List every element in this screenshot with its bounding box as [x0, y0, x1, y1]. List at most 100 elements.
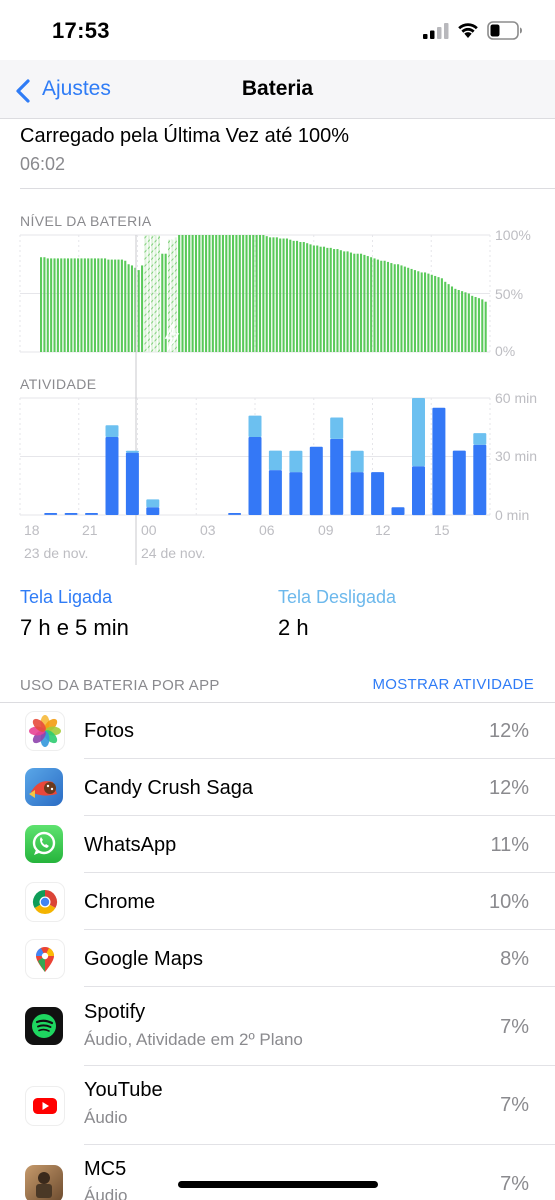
screen-on-label: Tela Ligada: [20, 587, 113, 607]
battery-level-bar: [194, 235, 198, 352]
battery-level-bar: [228, 235, 231, 352]
app-subtitle: Áudio: [84, 1186, 128, 1200]
battery-level-bar: [319, 246, 322, 352]
mc5-icon: [25, 1165, 63, 1200]
app-row-whatsapp[interactable]: WhatsApp 11%: [0, 817, 555, 873]
activity-screen-on-bar: [473, 444, 487, 515]
battery-level-bar: [174, 237, 177, 352]
x-tick: 12: [375, 522, 391, 538]
youtube-icon: [25, 1086, 65, 1126]
battery-level-bar: [299, 242, 302, 352]
battery-level-bar: [232, 235, 235, 352]
battery-level-bar: [316, 245, 319, 352]
battery-level-bar: [198, 235, 201, 352]
activity-screen-off-bar: [350, 450, 364, 473]
battery-level-bar: [484, 301, 487, 352]
battery-level-bar: [400, 265, 403, 352]
spotify-icon: [25, 1007, 63, 1045]
battery-level-bar: [386, 261, 390, 352]
chrome-icon: [25, 882, 65, 922]
usage-section-label: USO DA BATERIA POR APP: [20, 677, 220, 694]
whatsapp-icon: [25, 825, 63, 863]
battery-level-bar: [124, 260, 127, 352]
battery-level-bar: [390, 263, 393, 352]
x-tick: 09: [318, 522, 334, 538]
battery-level-bar: [205, 235, 208, 352]
battery-level-bar: [87, 258, 90, 352]
activity-screen-off-bar: [146, 499, 160, 508]
app-subtitle: Áudio: [84, 1108, 128, 1127]
google-maps-icon: [25, 939, 65, 979]
battery-level-bar: [376, 259, 379, 352]
battery-level-bar: [440, 278, 443, 352]
activity-screen-off-bar: [125, 450, 139, 453]
battery-level-bar: [434, 275, 437, 352]
activity-screen-on-bar: [391, 507, 405, 515]
app-percentage: 12%: [488, 777, 529, 799]
battery-level-bar: [450, 286, 454, 352]
divider: [84, 1144, 555, 1145]
activity-screen-on-bar: [350, 472, 364, 515]
battery-level-bar: [447, 284, 450, 352]
battery-level-bar: [343, 251, 346, 352]
app-percentage: 11%: [490, 834, 529, 856]
app-row-fotos[interactable]: Fotos 12%: [0, 703, 555, 759]
divider: [84, 758, 555, 759]
battery-level-bar: [221, 235, 224, 352]
battery-level-bar: [461, 291, 464, 352]
battery-level-bar: [302, 242, 305, 352]
activity-screen-on-bar: [105, 437, 119, 515]
home-indicator: [178, 1181, 378, 1188]
activity-label: ATIVIDADE: [20, 376, 97, 392]
battery-level-bar: [437, 277, 440, 352]
activity-y-tick: 30 min: [495, 448, 538, 464]
app-row-youtube[interactable]: YouTube Áudio 7%: [0, 1067, 555, 1145]
battery-level-bar: [292, 240, 295, 352]
divider: [84, 929, 555, 930]
app-row-google-maps[interactable]: Google Maps 8%: [0, 931, 555, 987]
app-name: Spotify: [84, 1001, 146, 1023]
battery-level-bar: [225, 235, 228, 352]
app-percentage: 8%: [500, 948, 529, 970]
battery-level-bar: [117, 259, 120, 352]
battery-level-bar: [201, 235, 204, 352]
show-activity-button[interactable]: MOSTRAR ATIVIDADE: [372, 676, 534, 693]
app-name: Candy Crush Saga: [84, 777, 253, 799]
app-row-candy-crush[interactable]: Candy Crush Saga 12%: [0, 760, 555, 816]
battery-level-bar: [63, 258, 66, 352]
battery-level-bar: [380, 260, 383, 352]
x-tick: 21: [82, 522, 98, 538]
battery-level-bar: [137, 270, 140, 352]
battery-level-bar: [252, 235, 255, 352]
photos-icon: [25, 711, 65, 751]
battery-level-bar: [309, 244, 312, 352]
activity-screen-off-bar: [248, 415, 262, 437]
divider: [84, 815, 555, 816]
battery-level-bar: [457, 289, 460, 352]
activity-screen-on-bar: [432, 407, 446, 516]
activity-screen-on-bar: [44, 513, 58, 515]
battery-level-bar: [70, 258, 73, 352]
activity-screen-on-bar: [228, 513, 242, 515]
battery-level-bar: [73, 258, 76, 352]
battery-level-bar: [336, 249, 339, 352]
wifi-icon: [458, 23, 478, 38]
battery-level-bar: [178, 235, 181, 352]
screen-on-value: 7 h e 5 min: [20, 615, 129, 640]
battery-level-bar: [279, 238, 282, 352]
battery-level-bar: [130, 265, 134, 352]
activity-screen-on-bar: [289, 472, 303, 515]
x-tick: 03: [200, 522, 216, 538]
status-time: 17:53: [52, 18, 110, 43]
app-row-mc5[interactable]: MC5 Áudio 7%: [0, 1146, 555, 1200]
date-label: 23 de nov.: [24, 545, 89, 561]
app-row-spotify[interactable]: Spotify Áudio, Atividade em 2º Plano 7%: [0, 988, 555, 1066]
battery-level-bar: [218, 235, 221, 352]
app-row-chrome[interactable]: Chrome 10%: [0, 874, 555, 930]
app-name: YouTube: [84, 1079, 163, 1101]
activity-screen-on-bar: [412, 466, 425, 516]
app-name: MC5: [84, 1158, 127, 1180]
battery-level-bar: [417, 271, 420, 352]
battery-level-bar: [346, 251, 349, 352]
battery-level-bar: [168, 239, 171, 352]
